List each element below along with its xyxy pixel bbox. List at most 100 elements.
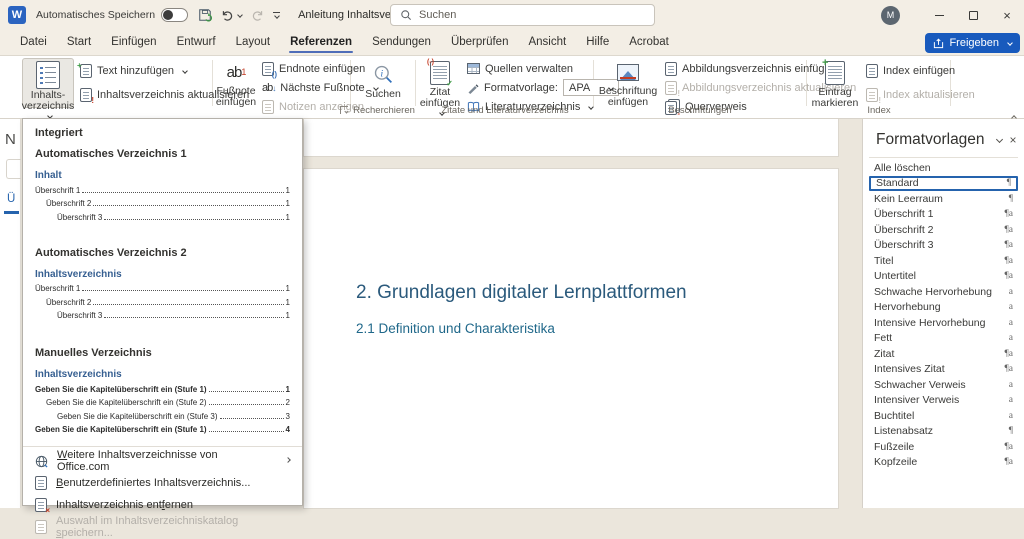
group-zitate: (-)✓ Zitat einfügen Quellen verwalten Fo… <box>417 58 593 110</box>
tab-ansicht[interactable]: Ansicht <box>518 31 576 54</box>
toc-gallery-item-auto2[interactable]: Automatisches Verzeichnis 2 Inhaltsverze… <box>23 240 302 325</box>
figures-table-icon <box>665 62 677 76</box>
menu-item-remove-toc[interactable]: × Inhaltsverzeichnis entfernen <box>23 494 302 516</box>
style-item[interactable]: Listenabsatz¶ <box>869 424 1018 440</box>
tab-ueberpruefen[interactable]: Überprüfen <box>441 31 519 54</box>
navigation-tab-underline <box>4 211 19 214</box>
style-item[interactable]: Schwache Hervorhebunga <box>869 284 1018 300</box>
toc-gallery-menu: Integriert Automatisches Verzeichnis 1 I… <box>22 118 303 506</box>
update-index-icon: ! <box>866 88 878 102</box>
style-item[interactable]: Überschrift 1¶a <box>869 207 1018 223</box>
title-bar: W Automatisches Speichern Anleitung Inha… <box>0 0 1024 30</box>
insert-footnote-button[interactable]: ab1 Fußnote einfügen <box>214 58 258 108</box>
style-item[interactable]: Überschrift 3¶a <box>869 238 1018 254</box>
styles-list: Alle löschen Standard¶ Kein Leerraum¶ Üb… <box>869 157 1018 470</box>
style-item[interactable]: Überschrift 2¶a <box>869 222 1018 238</box>
style-type-symbol: a <box>1009 287 1013 297</box>
menu-item-save-selection: Auswahl im Inhaltsverzeichniskatalog spe… <box>23 516 302 538</box>
styles-pane-chevron-icon[interactable] <box>993 133 1002 147</box>
style-item[interactable]: Schwacher Verweisa <box>869 377 1018 393</box>
style-type-symbol: ¶a <box>1004 349 1013 359</box>
tab-layout[interactable]: Layout <box>226 31 281 54</box>
customize-qat-icon[interactable] <box>273 12 280 18</box>
toc-icon <box>36 62 60 88</box>
globe-icon <box>35 455 48 468</box>
style-item[interactable]: Zitat¶a <box>869 346 1018 362</box>
style-type-symbol: ¶a <box>1004 225 1013 235</box>
insert-citation-button[interactable]: (-)✓ Zitat einfügen <box>417 58 463 108</box>
style-type-symbol: a <box>1009 380 1013 390</box>
group-index: + Eintrag markieren Index einfügen ! Ind… <box>808 58 950 110</box>
style-item[interactable]: Fetta <box>869 331 1018 347</box>
ribbon-tab-row: Datei Start Einfügen Entwurf Layout Refe… <box>0 30 1024 56</box>
save-selection-icon <box>35 520 47 534</box>
insert-caption-button[interactable]: Beschriftung einfügen <box>595 58 661 108</box>
redo-button[interactable] <box>251 9 264 22</box>
autosave-toggle[interactable] <box>161 8 188 22</box>
tab-entwurf[interactable]: Entwurf <box>167 31 226 54</box>
style-item[interactable]: Standard¶ <box>869 176 1018 192</box>
caption-icon <box>617 61 639 84</box>
style-item[interactable]: Intensiver Verweisa <box>869 393 1018 409</box>
style-type-symbol: ¶a <box>1004 442 1013 452</box>
style-item[interactable]: Titel¶a <box>869 253 1018 269</box>
update-toc-icon: ! <box>80 88 92 102</box>
footnotes-dialog-launcher-icon[interactable] <box>340 106 348 114</box>
tab-referenzen[interactable]: Referenzen <box>280 31 362 54</box>
share-button[interactable]: Freigeben <box>925 33 1020 53</box>
avatar[interactable]: M <box>881 6 900 25</box>
group-inhaltsverzeichnis: Inhalts- verzeichnis + Text hinzufügen !… <box>22 58 212 110</box>
close-button[interactable]: × <box>990 0 1024 30</box>
style-item[interactable]: Kein Leerraum¶ <box>869 191 1018 207</box>
search-placeholder: Suchen <box>419 9 456 21</box>
tab-einfuegen[interactable]: Einfügen <box>101 31 166 54</box>
toc-gallery-item-manual[interactable]: Manuelles Verzeichnis Inhaltsverzeichnis… <box>23 340 302 438</box>
share-label: Freigeben <box>949 37 999 49</box>
svg-text:i: i <box>380 69 383 79</box>
tab-datei[interactable]: Datei <box>10 31 57 54</box>
submenu-arrow-icon <box>282 455 290 467</box>
navigation-tab-partial[interactable]: Ü <box>7 193 15 205</box>
toc-button[interactable]: Inhalts- verzeichnis <box>22 58 74 108</box>
style-item[interactable]: Intensives Zitat¶a <box>869 362 1018 378</box>
document-heading-1[interactable]: 2. Grundlagen digitaler Lernplattformen <box>356 282 687 304</box>
mark-entry-button[interactable]: + Eintrag markieren <box>808 58 862 108</box>
navigation-searchbox-partial[interactable] <box>6 159 21 179</box>
style-type-symbol: ¶a <box>1004 271 1013 281</box>
document-heading-2[interactable]: 2.1 Definition und Charakteristika <box>356 321 555 336</box>
style-item[interactable]: Hervorhebunga <box>869 300 1018 316</box>
search-ribbon-button[interactable]: i Suchen <box>359 58 407 108</box>
styles-pane: Formatvorlagen × Alle löschen Standard¶ … <box>862 119 1024 508</box>
add-text-chevron-icon <box>182 68 188 74</box>
maximize-button[interactable] <box>956 0 990 30</box>
style-type-symbol: a <box>1009 302 1013 312</box>
style-type-symbol: ¶ <box>1009 426 1013 436</box>
tab-acrobat[interactable]: Acrobat <box>619 31 679 54</box>
styles-pane-close-icon[interactable]: × <box>1010 133 1017 147</box>
tab-start[interactable]: Start <box>57 31 101 54</box>
undo-chevron-icon[interactable] <box>237 12 243 18</box>
insert-index-button[interactable]: Index einfügen <box>866 62 975 79</box>
tab-hilfe[interactable]: Hilfe <box>576 31 619 54</box>
document-page-1[interactable] <box>303 119 839 157</box>
document-page-2[interactable]: 2. Grundlagen digitaler Lernplattformen … <box>303 168 839 509</box>
tab-sendungen[interactable]: Sendungen <box>362 31 441 54</box>
search-icon <box>400 9 412 21</box>
clear-all-styles[interactable]: Alle löschen <box>869 160 1018 176</box>
menu-item-custom-toc[interactable]: Benutzerdefiniertes Inhaltsverzeichnis..… <box>23 472 302 494</box>
style-item[interactable]: Buchtitela <box>869 408 1018 424</box>
style-type-symbol: ¶a <box>1004 240 1013 250</box>
minimize-button[interactable] <box>922 0 956 30</box>
undo-button[interactable] <box>221 9 242 22</box>
style-item[interactable]: Intensive Hervorhebunga <box>869 315 1018 331</box>
search-input[interactable]: Suchen <box>390 4 655 26</box>
word-logo-icon[interactable]: W <box>8 6 26 24</box>
quick-access-toolbar <box>198 8 280 22</box>
style-item[interactable]: Untertitel¶a <box>869 269 1018 285</box>
toc-gallery-item-auto1[interactable]: Automatisches Verzeichnis 1 Inhalt Übers… <box>23 141 302 226</box>
save-icon[interactable] <box>198 8 212 22</box>
style-type-symbol: ¶a <box>1004 209 1013 219</box>
menu-item-more-tocs[interactable]: Weitere Inhaltsverzeichnisse von Office.… <box>23 450 302 472</box>
style-item[interactable]: Fußzeile¶a <box>869 439 1018 455</box>
style-item[interactable]: Kopfzeile¶a <box>869 455 1018 471</box>
